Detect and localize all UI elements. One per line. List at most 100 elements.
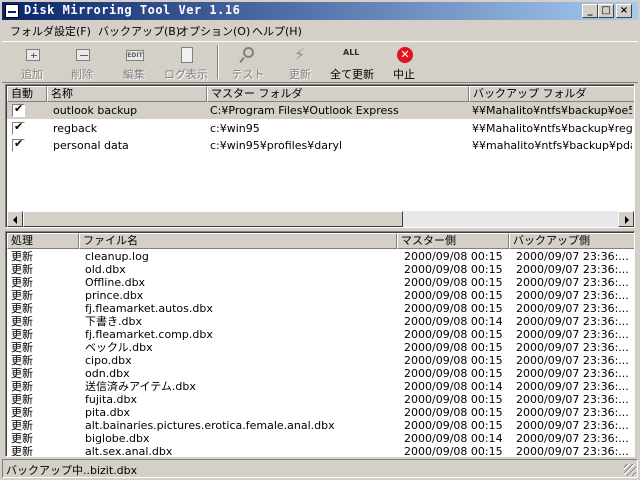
log-filename: alt.bainaries.pictures.erotica.female.an… bbox=[85, 419, 335, 432]
log-label: ログ表示 bbox=[164, 68, 208, 81]
log-row[interactable]: 更新 prince.dbx 2000/09/08 00:15:... 2000/09/… bbox=[7, 289, 634, 302]
log-button[interactable]: ログ表示 bbox=[160, 46, 212, 82]
stop-icon: ✕ bbox=[392, 46, 416, 64]
update-all-label: 全て更新 bbox=[330, 68, 374, 81]
log-filename: alt.sex.anal.dbx bbox=[85, 445, 173, 457]
maximize-button[interactable]: □ bbox=[598, 4, 614, 18]
log-row[interactable]: 更新 Offline.dbx 2000/09/08 00:15:... 2000/09… bbox=[7, 276, 634, 289]
log-row[interactable]: 更新 送信済みアイテム.dbx 2000/09/08 00:14:... 2000/0… bbox=[7, 380, 634, 393]
log-row[interactable]: 更新 biglobe.dbx 2000/09/08 00:14:... 2000/09… bbox=[7, 432, 634, 445]
column-header-backup-side[interactable]: バックアップ側 bbox=[509, 233, 634, 249]
master-path: c:¥win95 bbox=[210, 122, 260, 135]
log-master-time: 2000/09/08 00:15:... bbox=[404, 393, 504, 406]
status-bar: バックアップ中..bizit.dbx bbox=[2, 459, 638, 478]
backup-path: ¥¥mahalito¥ntfs¥backup¥pdata bbox=[472, 139, 632, 152]
log-row[interactable]: 更新 下書き.dbx 2000/09/08 00:14:... 2000/09/07 … bbox=[7, 315, 634, 328]
scroll-right-icon[interactable] bbox=[618, 211, 634, 227]
log-row[interactable]: 更新 alt.sex.anal.dbx 2000/09/08 00:15:... 20… bbox=[7, 445, 634, 457]
folder-list: 自動 名称 マスター フォルダ バックアップ フォルダ outlook back… bbox=[5, 84, 635, 228]
log-action: 更新 bbox=[11, 367, 33, 380]
edit-label: 編集 bbox=[123, 68, 145, 81]
log-row[interactable]: 更新 odn.dbx 2000/09/08 00:15:... 2000/09/07 … bbox=[7, 367, 634, 380]
log-master-time: 2000/09/08 00:14:... bbox=[404, 432, 504, 445]
close-button[interactable]: × bbox=[616, 4, 632, 18]
column-header-filename[interactable]: ファイル名 bbox=[79, 233, 397, 249]
master-path: C:¥Program Files¥Outlook Express bbox=[210, 104, 399, 117]
window-title: Disk Mirroring Tool Ver 1.16 bbox=[24, 3, 241, 17]
menu-help[interactable]: ヘルプ(H) bbox=[252, 23, 302, 39]
log-filename: ベックル.dbx bbox=[85, 341, 153, 354]
log-filename: fujita.dbx bbox=[85, 393, 137, 406]
app-icon[interactable] bbox=[5, 4, 19, 18]
log-filename: 送信済みアイテム.dbx bbox=[85, 380, 196, 393]
log-filename: fj.fleamarket.autos.dbx bbox=[85, 302, 213, 315]
add-button[interactable]: 追加 bbox=[6, 46, 58, 82]
delete-button[interactable]: 削除 bbox=[56, 46, 108, 82]
log-filename: cipo.dbx bbox=[85, 354, 132, 367]
column-header-auto[interactable]: 自動 bbox=[7, 86, 47, 102]
update-all-icon: ALL bbox=[340, 46, 364, 64]
update-button[interactable]: ⚡ 更新 bbox=[274, 46, 326, 82]
log-master-time: 2000/09/08 00:15:... bbox=[404, 328, 504, 341]
test-label: テスト bbox=[231, 68, 265, 81]
update-label: 更新 bbox=[289, 68, 311, 81]
folder-row[interactable]: personal data c:¥win95¥profiles¥daryl ¥¥… bbox=[7, 137, 634, 154]
menu-folder-settings[interactable]: フォルダ設定(F) bbox=[10, 23, 91, 39]
log-row[interactable]: 更新 fujita.dbx 2000/09/08 00:15:... 2000/09/… bbox=[7, 393, 634, 406]
delete-folder-icon bbox=[70, 46, 94, 64]
stop-button[interactable]: ✕ 中止 bbox=[378, 46, 430, 82]
add-label: 追加 bbox=[21, 68, 43, 81]
log-row[interactable]: 更新 cipo.dbx 2000/09/08 00:15:... 2000/09/07… bbox=[7, 354, 634, 367]
all-icon-text: ALL bbox=[343, 48, 360, 57]
horizontal-scrollbar[interactable] bbox=[7, 211, 634, 227]
log-filename: odn.dbx bbox=[85, 367, 130, 380]
title-bar[interactable]: Disk Mirroring Tool Ver 1.16 _ □ × bbox=[2, 2, 638, 20]
menu-options[interactable]: オプション(O) bbox=[178, 23, 250, 39]
log-action: 更新 bbox=[11, 380, 33, 393]
delete-label: 削除 bbox=[71, 68, 93, 81]
menu-backup[interactable]: バックアップ(B) bbox=[98, 23, 180, 39]
column-header-backup-folder[interactable]: バックアップ フォルダ bbox=[469, 86, 634, 102]
scroll-left-icon[interactable] bbox=[7, 211, 23, 227]
resize-grip-icon[interactable] bbox=[624, 464, 636, 476]
log-backup-time: 2000/09/07 23:36:... bbox=[516, 328, 628, 341]
app-window: Disk Mirroring Tool Ver 1.16 _ □ × フォルダ設… bbox=[0, 0, 640, 480]
log-filename: cleanup.log bbox=[85, 250, 149, 263]
log-row[interactable]: 更新 ベックル.dbx 2000/09/08 00:15:... 2000/09/07… bbox=[7, 341, 634, 354]
update-all-button[interactable]: ALL 全て更新 bbox=[326, 46, 378, 82]
column-header-master-folder[interactable]: マスター フォルダ bbox=[207, 86, 469, 102]
edit-button[interactable]: EDIT 編集 bbox=[108, 46, 160, 82]
column-header-action[interactable]: 処理 bbox=[7, 233, 79, 249]
log-master-time: 2000/09/08 00:15:... bbox=[404, 263, 504, 276]
log-master-time: 2000/09/08 00:14:... bbox=[404, 380, 504, 393]
menu-bar: フォルダ設定(F) バックアップ(B) オプション(O) ヘルプ(H) bbox=[2, 21, 638, 40]
minimize-button[interactable]: _ bbox=[582, 4, 598, 18]
log-row[interactable]: 更新 fj.fleamarket.comp.dbx 2000/09/08 00:15… bbox=[7, 328, 634, 341]
auto-checkbox[interactable] bbox=[12, 102, 25, 117]
scrollbar-thumb[interactable] bbox=[23, 211, 403, 227]
column-header-master-side[interactable]: マスター側 bbox=[397, 233, 509, 249]
column-header-name[interactable]: 名称 bbox=[47, 86, 207, 102]
log-row[interactable]: 更新 old.dbx 2000/09/08 00:15:... 2000/09/07 … bbox=[7, 263, 634, 276]
log-backup-time: 2000/09/07 23:36:... bbox=[516, 419, 628, 432]
log-row[interactable]: 更新 cleanup.log 2000/09/08 00:15:... 2000/09… bbox=[7, 250, 634, 263]
auto-checkbox[interactable] bbox=[12, 137, 25, 152]
toolbar-separator bbox=[217, 45, 219, 79]
toolbar: 追加 削除 EDIT 編集 ログ表示 テスト ⚡ 更新 ALL 全て更新 ✕ 中… bbox=[2, 41, 638, 83]
log-backup-time: 2000/09/07 23:36:... bbox=[516, 432, 628, 445]
test-button[interactable]: テスト bbox=[222, 46, 274, 82]
log-backup-time: 2000/09/07 23:36:... bbox=[516, 406, 628, 419]
log-filename: Offline.dbx bbox=[85, 276, 146, 289]
auto-checkbox[interactable] bbox=[12, 120, 25, 135]
log-row[interactable]: 更新 fj.fleamarket.autos.dbx 2000/09/08 00:1… bbox=[7, 302, 634, 315]
log-action: 更新 bbox=[11, 263, 33, 276]
log-row[interactable]: 更新 pita.dbx 2000/09/08 00:15:... 2000/09/07… bbox=[7, 406, 634, 419]
log-action: 更新 bbox=[11, 328, 33, 341]
log-backup-time: 2000/09/07 23:36:... bbox=[516, 263, 628, 276]
log-backup-time: 2000/09/07 23:36:... bbox=[516, 445, 628, 457]
folder-row[interactable]: regback c:¥win95 ¥¥Mahalito¥ntfs¥backup¥… bbox=[7, 120, 634, 137]
folder-row[interactable]: outlook backup C:¥Program Files¥Outlook … bbox=[7, 102, 634, 119]
log-master-time: 2000/09/08 00:15:... bbox=[404, 406, 504, 419]
log-row[interactable]: 更新 alt.bainaries.pictures.erotica.female.… bbox=[7, 419, 634, 432]
edit-icon-text: EDIT bbox=[126, 50, 144, 61]
